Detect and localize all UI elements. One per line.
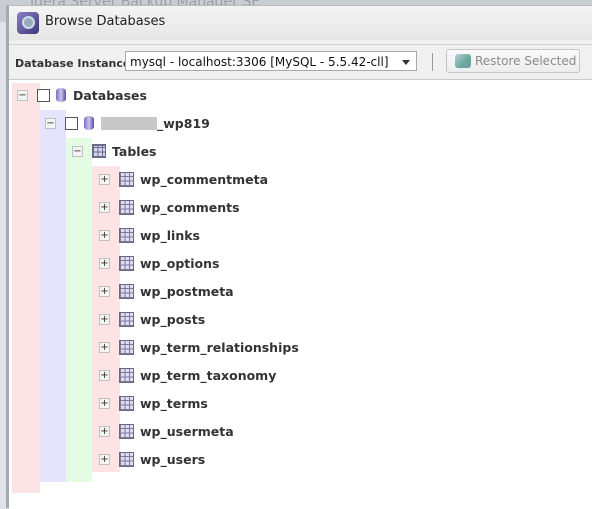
tree-node-label: wp_links [140,227,200,243]
tree-level-3-band [66,138,92,482]
table-icon [119,199,134,215]
collapse-icon[interactable]: − [45,117,56,129]
tree-node-table[interactable]: + wp_users [99,448,205,470]
table-icon [119,339,134,355]
expand-icon[interactable]: + [99,285,110,297]
table-icon [119,255,134,271]
expand-icon[interactable]: + [99,397,110,409]
tree-node-label: wp_terms [140,395,208,411]
table-icon [119,451,134,467]
restore-selected-button[interactable]: Restore Selected [446,49,580,73]
dialog-title: Browse Databases [45,14,166,29]
database-instance-label: Database Instance [15,57,131,70]
toolbar-separator [432,53,433,71]
tree-node-table[interactable]: + wp_comments [99,196,240,218]
table-icon [119,283,134,299]
tree-node-database-wp819[interactable]: − _wp819 [45,112,210,134]
tree-node-table[interactable]: + wp_usermeta [99,420,234,442]
table-icon [119,311,134,327]
tree-node-table[interactable]: + wp_posts [99,308,205,330]
tree-node-table[interactable]: + wp_term_taxonomy [99,364,276,386]
database-instance-select[interactable]: mysql - localhost:3306 [MySQL - 5.5.42-c… [125,51,417,71]
expand-icon[interactable]: + [99,201,110,213]
database-tree: − Databases − _wp819 − Tables + wp_commen… [9,79,592,509]
expand-icon[interactable]: + [99,369,110,381]
chevron-down-icon[interactable] [402,60,410,65]
tree-level-2-band [40,110,66,482]
expand-icon[interactable]: + [99,453,110,465]
tree-node-table[interactable]: + wp_links [99,224,200,246]
expand-icon[interactable]: + [99,341,110,353]
collapse-icon[interactable]: − [17,89,28,101]
database-instance-value: mysql - localhost:3306 [MySQL - 5.5.42-c… [130,55,389,69]
toolbar: Database Instance mysql - localhost:3306… [9,44,592,79]
tree-node-label: wp_postmeta [140,283,234,299]
tables-icon [92,144,106,158]
table-icon [119,367,134,383]
expand-icon[interactable]: + [99,313,110,325]
expand-icon[interactable]: + [99,257,110,269]
tree-node-label: Tables [112,143,157,159]
table-icon [119,423,134,439]
expand-icon[interactable]: + [99,173,110,185]
tree-node-table[interactable]: + wp_commentmeta [99,168,268,190]
tree-node-table[interactable]: + wp_terms [99,392,208,414]
table-icon [119,171,134,187]
tree-node-table[interactable]: + wp_term_relationships [99,336,299,358]
browse-databases-dialog: Browse Databases Database Instance mysql… [6,5,592,509]
redacted-name [101,116,157,130]
tree-level-1-band [12,83,40,493]
expand-icon[interactable]: + [99,425,110,437]
tree-node-label: wp_term_relationships [140,339,299,355]
database-icon [56,88,66,102]
tree-node-label: Databases [73,87,147,103]
tree-node-label: wp_posts [140,311,206,327]
expand-icon[interactable]: + [99,229,110,241]
tree-node-table[interactable]: + wp_postmeta [99,280,234,302]
tree-node-databases[interactable]: − Databases [17,84,147,106]
dialog-titlebar[interactable]: Browse Databases [9,6,592,40]
tree-node-label: _wp819 [157,115,210,131]
databases-checkbox[interactable] [37,88,50,102]
tree-node-label: wp_options [140,255,220,271]
tree-node-table[interactable]: + wp_options [99,252,219,274]
database-icon [84,116,94,130]
tree-node-label: wp_term_taxonomy [140,367,277,383]
restore-icon [455,54,471,68]
database-checkbox[interactable] [65,116,78,130]
restore-selected-label: Restore Selected [475,54,577,68]
tree-node-label: wp_comments [140,199,240,215]
collapse-icon[interactable]: − [72,145,83,157]
tree-node-label: wp_commentmeta [140,171,269,187]
table-icon [119,395,134,411]
browse-databases-icon [17,12,39,34]
tree-node-label: wp_users [140,451,206,467]
tree-node-label: wp_usermeta [140,423,234,439]
tree-node-tables[interactable]: − Tables [72,140,157,162]
table-icon [119,227,134,243]
